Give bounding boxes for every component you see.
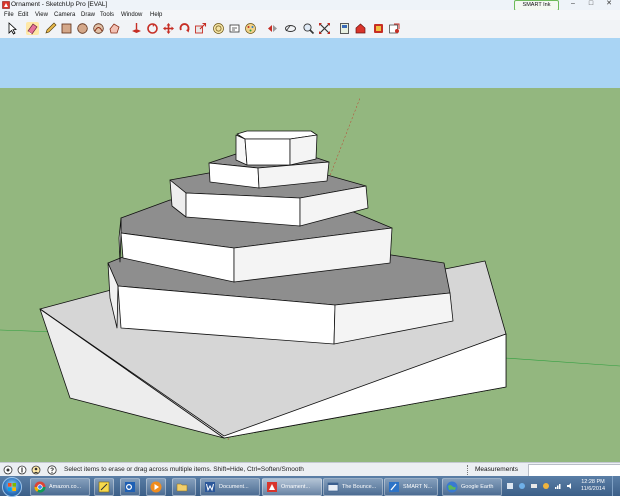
warehouse-icon[interactable]	[354, 22, 367, 35]
taskbar-label: SMART N...	[403, 484, 433, 490]
show-desktop-button[interactable]	[612, 476, 620, 496]
google-earth-icon	[446, 481, 458, 493]
taskbar-button-media[interactable]	[146, 478, 166, 496]
tray-icon-4[interactable]	[542, 482, 550, 490]
eraser-icon[interactable]	[26, 22, 39, 35]
arc-icon[interactable]	[92, 22, 105, 35]
smart-notebook-icon	[388, 481, 400, 493]
menu-view[interactable]: View	[35, 11, 48, 19]
word-icon	[204, 481, 216, 493]
folder-icon	[176, 481, 188, 493]
menu-file[interactable]: File	[4, 11, 14, 19]
network-icon[interactable]	[554, 482, 562, 490]
volume-icon[interactable]	[566, 482, 574, 490]
paint-bucket-icon[interactable]	[266, 22, 279, 35]
polygon-icon[interactable]	[108, 22, 121, 35]
menu-bar: File Edit View Camera Draw Tools Window …	[0, 10, 620, 20]
taskbar-label: The Bounce...	[342, 484, 377, 490]
status-bar: Select items to erase or drag across mul…	[0, 462, 620, 479]
taskbar-button-word[interactable]: Document...	[200, 478, 260, 496]
sketchup-icon	[266, 481, 278, 493]
circle-icon[interactable]	[76, 22, 89, 35]
sketchup-app-icon	[2, 1, 10, 9]
menu-tools[interactable]: Tools	[100, 11, 114, 19]
notes-icon	[98, 481, 110, 493]
clock-time[interactable]: 12:28 PM	[578, 479, 608, 486]
text-icon[interactable]	[244, 22, 257, 35]
outlook-icon	[124, 481, 136, 493]
rotate-icon[interactable]	[178, 22, 191, 35]
media-player-icon	[150, 481, 162, 493]
measurements-divider	[467, 465, 470, 475]
taskbar-button-sketchup[interactable]: Ornament...	[262, 478, 322, 496]
measurements-label: Measurements	[475, 466, 518, 473]
taskbar-button-browser[interactable]: The Bounce...	[323, 478, 383, 496]
taskbar-button-google-earth[interactable]: Google Earth	[442, 478, 502, 496]
taskbar-button-smart-notebook[interactable]: SMART N...	[384, 478, 438, 496]
help-icon[interactable]	[47, 465, 57, 475]
tray-icon-2[interactable]	[518, 482, 526, 490]
follow-me-icon[interactable]	[146, 22, 159, 35]
taskbar-button-notes[interactable]	[94, 478, 114, 496]
chrome-icon	[34, 481, 46, 493]
browser-icon	[327, 481, 339, 493]
close-button[interactable]: ✕	[602, 0, 616, 9]
push-pull-icon[interactable]	[130, 22, 143, 35]
taskbar-label: Document...	[219, 484, 249, 490]
credits-icon[interactable]	[17, 465, 27, 475]
start-button[interactable]	[2, 477, 22, 497]
taskbar-label: Ornament...	[281, 484, 311, 490]
sign-in-icon[interactable]	[31, 465, 41, 475]
cap-front-face	[244, 138, 291, 166]
select-icon[interactable]	[6, 22, 19, 35]
zoom-extents-icon[interactable]	[338, 22, 351, 35]
maximize-button[interactable]: □	[584, 0, 598, 9]
rectangle-icon[interactable]	[60, 22, 73, 35]
tape-measure-icon[interactable]	[228, 22, 241, 35]
taskbar-button-outlook[interactable]	[120, 478, 140, 496]
toolbar	[0, 20, 620, 39]
taskbar-label: Google Earth	[461, 484, 494, 490]
taskbar-label: Amazon.co...	[49, 484, 82, 490]
share-model-icon[interactable]	[372, 22, 385, 35]
taskbar-button-explorer[interactable]	[172, 478, 196, 496]
geo-location-icon[interactable]	[3, 465, 13, 475]
pencil-icon[interactable]	[44, 22, 57, 35]
menu-camera[interactable]: Camera	[54, 11, 75, 19]
minimize-button[interactable]: –	[566, 0, 580, 9]
move-icon[interactable]	[162, 22, 175, 35]
tray-icon-1[interactable]	[506, 482, 514, 490]
menu-window[interactable]: Window	[121, 11, 142, 19]
status-message: Select items to erase or drag across mul…	[64, 466, 304, 473]
taskbar: Amazon.co... Document... Ornament... The…	[0, 476, 620, 497]
menu-draw[interactable]: Draw	[81, 11, 95, 19]
offset-icon[interactable]	[212, 22, 225, 35]
menu-edit[interactable]: Edit	[18, 11, 28, 19]
tray-icon-3[interactable]	[530, 482, 538, 490]
windows-logo-icon	[8, 483, 16, 491]
taskbar-button-chrome[interactable]: Amazon.co...	[30, 478, 90, 496]
sky	[0, 38, 620, 88]
menu-help[interactable]: Help	[150, 11, 162, 19]
zoom-icon[interactable]	[318, 22, 331, 35]
extension-icon[interactable]	[388, 22, 401, 35]
orbit-icon[interactable]	[284, 22, 297, 35]
window-title: Ornament - SketchUp Pro [EVAL]	[11, 1, 108, 8]
viewport-3d[interactable]	[0, 38, 620, 462]
pan-icon[interactable]	[302, 22, 315, 35]
scale-icon[interactable]	[194, 22, 207, 35]
clock-date[interactable]: 11/6/2014	[578, 486, 608, 493]
